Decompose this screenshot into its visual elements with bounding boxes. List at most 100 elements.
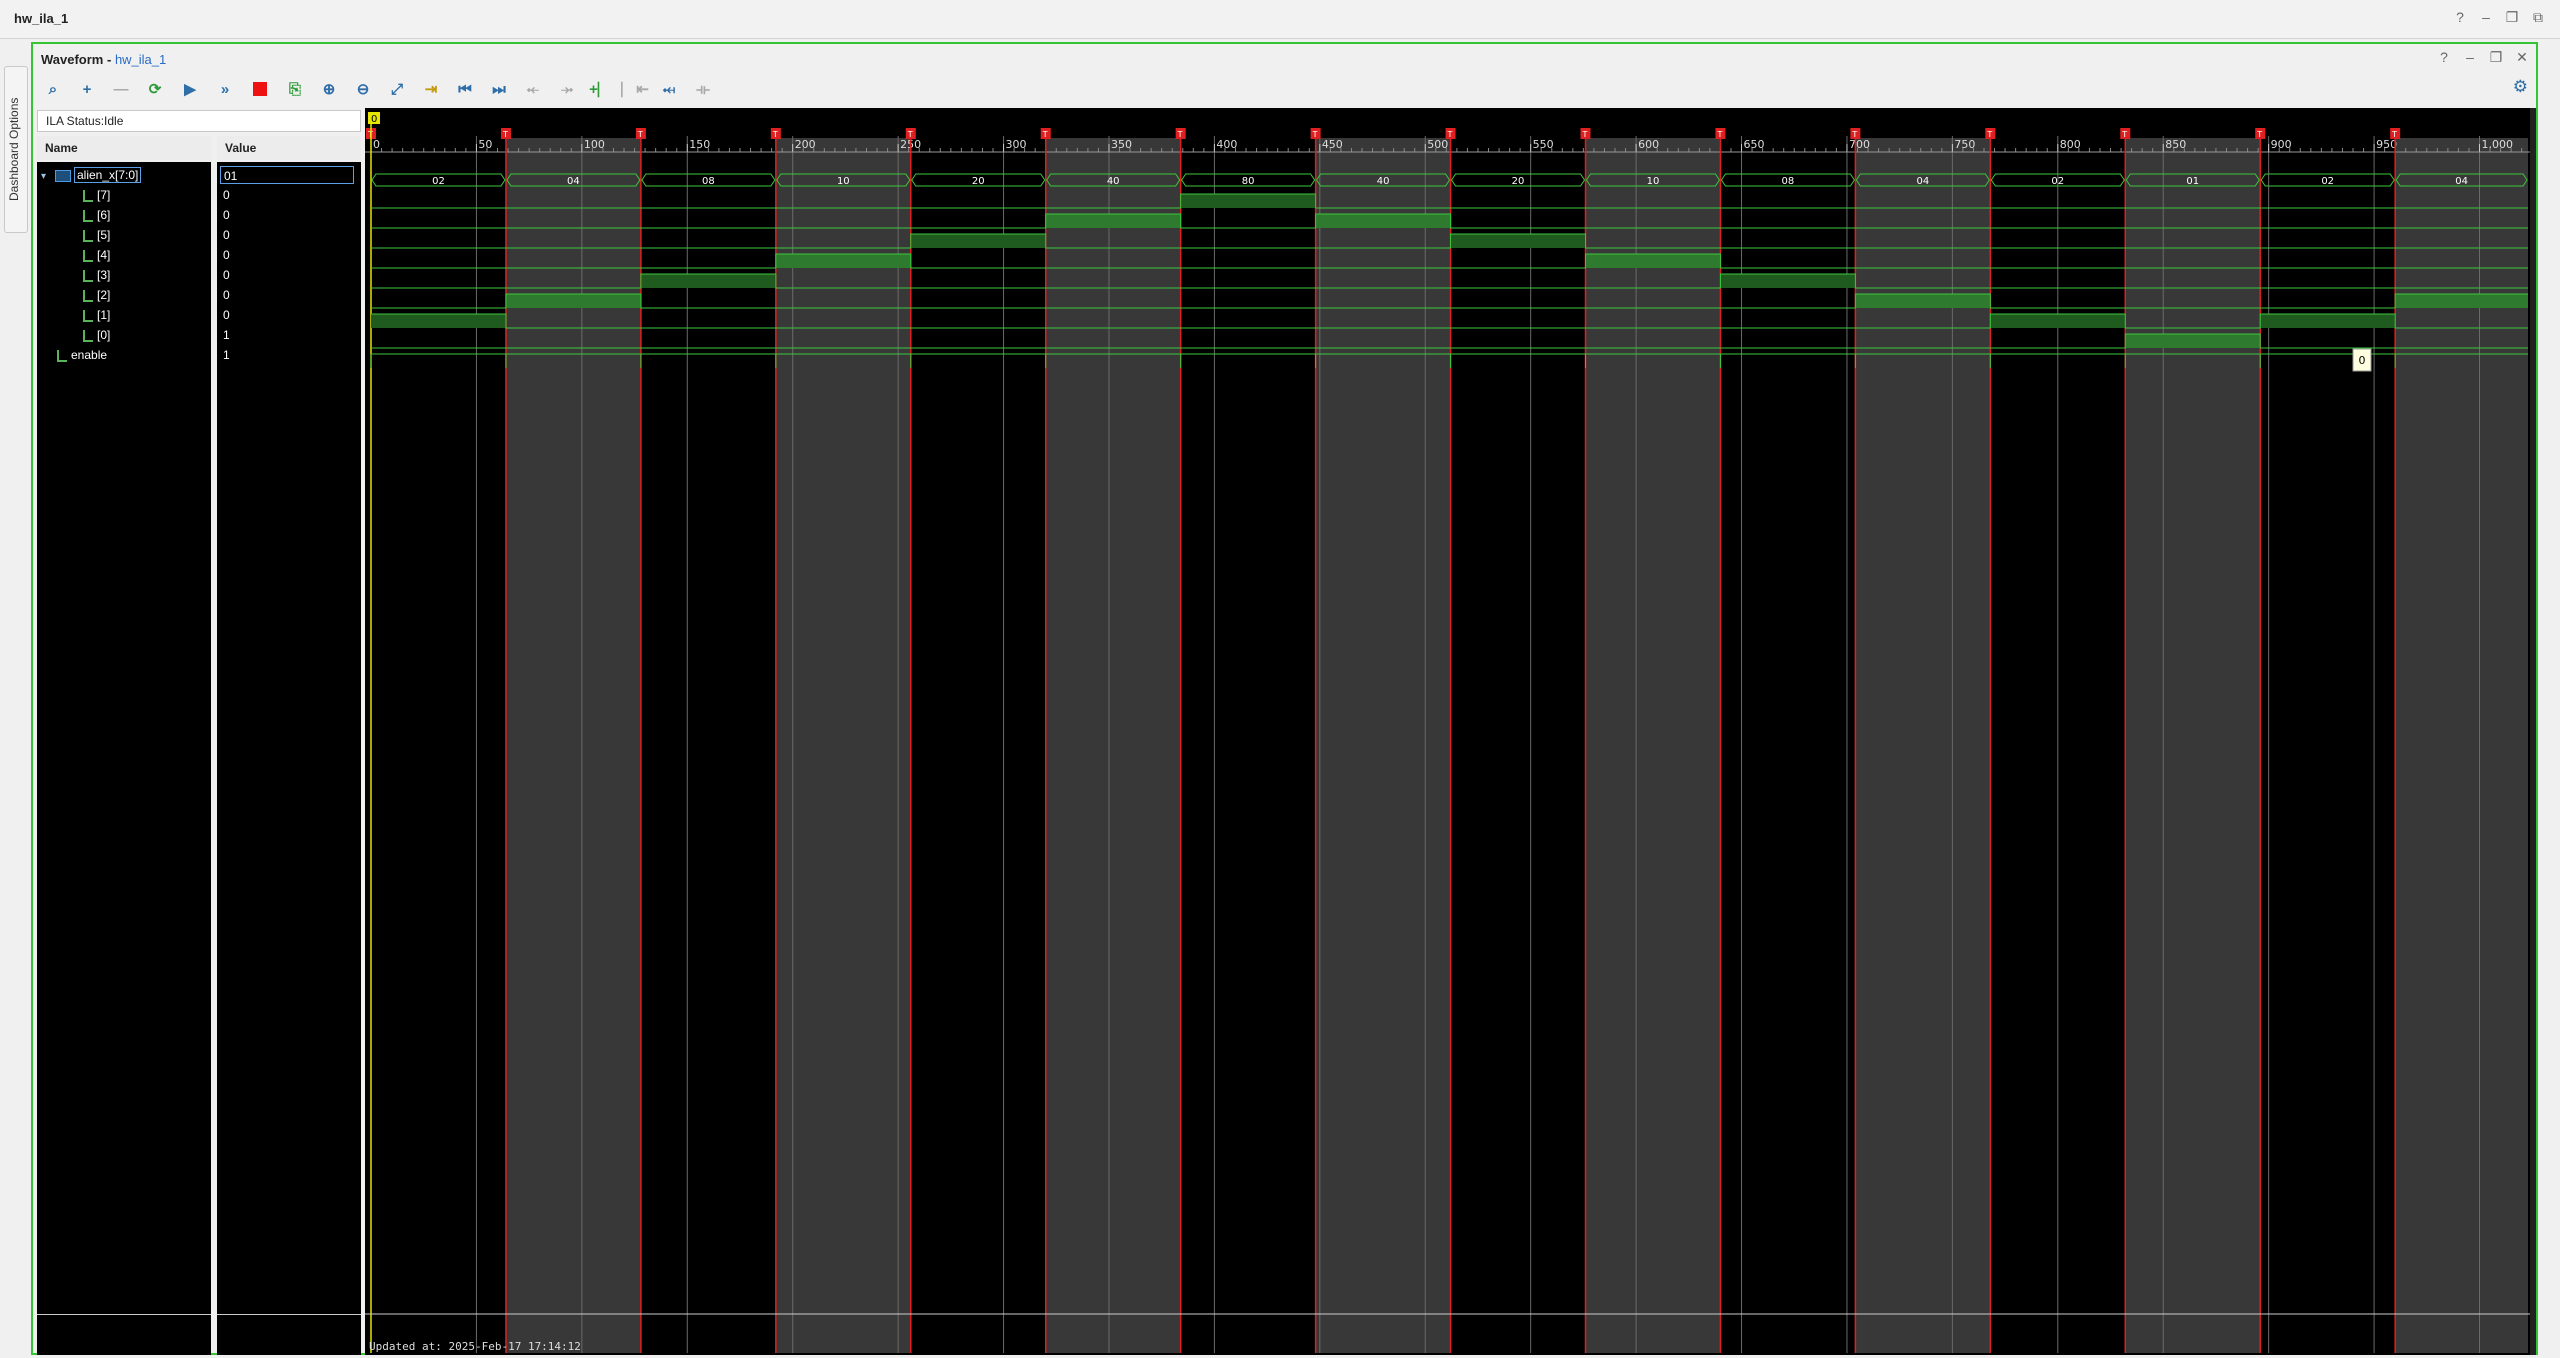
waveform-subtitle: hw_ila_1 [114,52,167,67]
waveform-title-bar: Waveform - hw_ila_1 ? – ❐ ✕ [33,44,2536,74]
bit-high-fill [1585,254,1721,268]
trigger-marker-label: T [1581,130,1587,139]
x-tick-label: 0 [373,138,380,151]
signal-value-bit2: 0 [223,288,230,302]
window-band [775,138,911,1353]
bit-high-fill [1450,234,1586,248]
bus-segment-label: 40 [1107,176,1120,187]
waveform-window: Waveform - hw_ila_1 ? – ❐ ✕ ⌕ + — ⟳ ▶ » … [31,42,2538,1355]
help-icon[interactable]: ? [2436,48,2452,66]
zoom-in-icon[interactable]: ⊕ [317,77,341,101]
signal-value-alien-x[interactable]: 01 [220,166,354,184]
bit-high-fill [2260,314,2396,328]
add-marker-icon[interactable]: ⤝ [521,77,545,101]
zoom-out-icon[interactable]: ⊖ [351,77,375,101]
dashboard-options-label: Dashboard Options [7,97,21,201]
x-tick-label: 200 [795,138,816,151]
go-to-cursor-icon[interactable]: ⇥ [419,77,443,101]
signal-value-bit6: 0 [223,208,230,222]
bit-high-fill [505,294,641,308]
signal-row-bit1[interactable]: [1] [83,306,110,324]
signal-row-bit2[interactable]: [2] [83,286,110,304]
minimize-icon[interactable]: – [2478,8,2494,26]
x-tick-label: 400 [1216,138,1237,151]
bus-segment-label: 02 [2051,176,2064,187]
value-tooltip-text: 0 [2358,354,2365,367]
signal-row-bit0[interactable]: [0] [83,326,110,344]
bus-segment-label: 04 [567,176,580,187]
waveform-canvas[interactable]: 0501001502002503003504004505005506006507… [365,108,2530,1355]
bit-icon [83,329,93,342]
swap-cursor-icon[interactable]: ⎸⇤ [621,77,649,101]
bus-segment-label: 02 [2321,176,2334,187]
bus-segment-label: 80 [1242,176,1255,187]
stop-icon[interactable] [248,77,272,101]
dashboard-options-tab[interactable]: Dashboard Options [4,66,28,233]
waveform-scrollbar[interactable] [2530,108,2536,1355]
signal-row-bit5[interactable]: [5] [83,226,110,244]
trigger-marker-label: T [637,130,643,139]
value-column-header[interactable]: Value [217,136,361,160]
bit-high-fill [371,314,506,328]
bit-high-fill [1855,294,1991,308]
run-trigger-icon[interactable]: ▶ [178,77,202,101]
signal-row-bit6[interactable]: [6] [83,206,110,224]
add-icon[interactable]: + [75,77,99,101]
bit-icon [83,229,93,242]
signal-row-bit4[interactable]: [4] [83,246,110,264]
close-icon[interactable]: ✕ [2514,48,2530,66]
waveform-window-controls: ? – ❐ ✕ [2436,48,2530,66]
bus-icon [55,169,71,182]
next-marker-icon[interactable]: +⎸ [589,77,613,101]
run-immediate-icon[interactable]: » [213,77,237,101]
bit-high-fill [910,234,1046,248]
bus-segment-label: 08 [1782,176,1795,187]
bus-segment-label: 20 [1512,176,1525,187]
window-controls: ? – ❐ ⧉ ✕ [2452,8,2560,26]
x-tick-label: 800 [2060,138,2081,151]
bus-segment-label: 01 [2186,176,2199,187]
trigger-marker-label: T [1177,130,1183,139]
expand-caret-icon[interactable]: ▾ [41,168,55,186]
waveform-plot[interactable]: 0501001502002503003504004505005506006507… [365,108,2530,1355]
trigger-marker-label: T [1312,130,1318,139]
restore-icon[interactable]: ❐ [2504,8,2520,26]
snap-icon[interactable]: ⤟ [657,77,681,101]
trigger-marker-label: T [2391,130,2397,139]
refresh-icon[interactable]: ⟳ [143,77,167,101]
previous-marker-icon[interactable]: ⤞ [555,77,579,101]
search-icon[interactable]: ⌕ [41,77,65,101]
zoom-fit-icon[interactable]: ⤢ [385,77,409,101]
export-icon[interactable]: ⎘ [283,77,307,101]
bit-icon [83,269,93,282]
restore-icon[interactable]: ❐ [2488,48,2504,66]
previous-transition-icon[interactable]: ⏮ [453,77,477,101]
next-transition-icon[interactable]: ⏭ [487,77,511,101]
remove-icon[interactable]: — [109,77,133,101]
signal-row-enable[interactable]: enable [57,346,107,364]
settings-gear-icon[interactable]: ⚙ [2513,77,2528,97]
bit-high-fill [1990,314,2126,328]
help-icon[interactable]: ? [2452,8,2468,26]
trigger-marker-label: T [367,130,373,139]
maximize-icon[interactable]: ⧉ [2530,8,2546,26]
ila-status: ILA Status:Idle [37,110,361,132]
signal-row-alien-x[interactable]: ▾ alien_x[7:0] [41,166,142,186]
name-column-header[interactable]: Name [37,136,211,160]
x-tick-label: 600 [1638,138,1659,151]
bit-high-fill [1180,194,1316,208]
bit-icon [83,189,93,202]
x-tick-label: 500 [1427,138,1448,151]
close-icon[interactable]: ✕ [2556,8,2560,26]
full-view-icon[interactable]: ⟛ [691,77,715,101]
trigger-marker-label: T [1042,130,1048,139]
value-panel-divider [217,1314,361,1315]
window-band [2125,138,2261,1353]
minimize-icon[interactable]: – [2462,48,2478,66]
x-tick-label: 450 [1322,138,1343,151]
trigger-marker-label: T [772,130,778,139]
signal-row-bit7[interactable]: [7] [83,186,110,204]
signal-row-bit3[interactable]: [3] [83,266,110,284]
x-tick-label: 550 [1533,138,1554,151]
name-panel-divider [37,1314,211,1315]
